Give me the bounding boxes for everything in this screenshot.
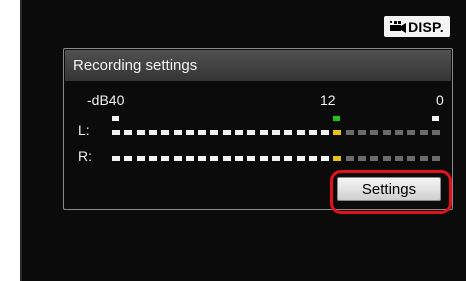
meter-segment bbox=[394, 156, 403, 161]
meter-segment bbox=[296, 156, 305, 161]
meter-segment bbox=[173, 156, 182, 161]
meter-segment bbox=[198, 156, 207, 161]
meter-segment bbox=[124, 130, 133, 135]
meter-segment bbox=[259, 130, 268, 135]
meter-segment bbox=[333, 156, 342, 161]
meter-segment bbox=[308, 156, 317, 161]
meter-segment bbox=[271, 156, 280, 161]
meter-segment bbox=[161, 156, 170, 161]
meter-segment bbox=[431, 130, 440, 135]
meter-segment bbox=[370, 130, 379, 135]
scale-tick bbox=[112, 116, 119, 121]
meter-segment bbox=[345, 130, 354, 135]
meter-segment bbox=[296, 130, 305, 135]
meter-segment bbox=[407, 156, 416, 161]
meter-segment bbox=[247, 156, 256, 161]
meter-segment bbox=[210, 156, 219, 161]
meter-segment bbox=[382, 130, 391, 135]
disp-label: DISP. bbox=[408, 18, 444, 35]
meter-segment bbox=[235, 156, 243, 161]
meter-segment bbox=[284, 156, 293, 161]
scale-label-low: -dB40 bbox=[87, 92, 125, 108]
meter-segment bbox=[382, 156, 391, 161]
meter-segment bbox=[358, 130, 366, 135]
meter-segment bbox=[148, 156, 157, 161]
meter-segment bbox=[394, 130, 403, 135]
meter-segment bbox=[112, 130, 120, 135]
meter-segment bbox=[161, 130, 170, 135]
scale-tick bbox=[333, 116, 341, 121]
meter-segment bbox=[284, 130, 293, 135]
scale-label-mid: 12 bbox=[320, 92, 336, 108]
channel-label-right: R: bbox=[78, 148, 92, 164]
settings-button[interactable]: Settings bbox=[337, 177, 441, 201]
meter-segment bbox=[321, 130, 330, 135]
meter-segment bbox=[124, 156, 133, 161]
meter-segment bbox=[419, 130, 428, 135]
meter-segment bbox=[259, 156, 268, 161]
meter-segment bbox=[271, 130, 280, 135]
meter-segment bbox=[112, 156, 120, 161]
panel-title: Recording settings bbox=[65, 50, 451, 81]
meter-segment bbox=[185, 156, 194, 161]
channel-label-left: L: bbox=[78, 122, 90, 138]
meter-segment bbox=[333, 130, 342, 135]
meter-segment bbox=[136, 156, 145, 161]
meter-segment bbox=[136, 130, 145, 135]
meter-segment bbox=[247, 130, 256, 135]
disp-button[interactable]: DISP. bbox=[384, 16, 450, 37]
scale-tick bbox=[431, 116, 439, 121]
scale-label-high: 0 bbox=[436, 92, 444, 108]
movie-camera-icon bbox=[390, 20, 407, 34]
meter-segment bbox=[198, 130, 207, 135]
meter-segment bbox=[358, 156, 366, 161]
meter-segment bbox=[222, 130, 231, 135]
meter-segment bbox=[185, 130, 194, 135]
meter-segment bbox=[235, 130, 243, 135]
meter-segment bbox=[173, 130, 182, 135]
meter-segment bbox=[345, 156, 354, 161]
meter-segment bbox=[148, 130, 157, 135]
meter-segment bbox=[210, 130, 219, 135]
meter-segment bbox=[407, 130, 416, 135]
meter-segment bbox=[308, 130, 317, 135]
meter-segment bbox=[419, 156, 428, 161]
meter-segment bbox=[431, 156, 440, 161]
meter-segment bbox=[370, 156, 379, 161]
meter-segment bbox=[321, 156, 330, 161]
meter-segment bbox=[222, 156, 231, 161]
